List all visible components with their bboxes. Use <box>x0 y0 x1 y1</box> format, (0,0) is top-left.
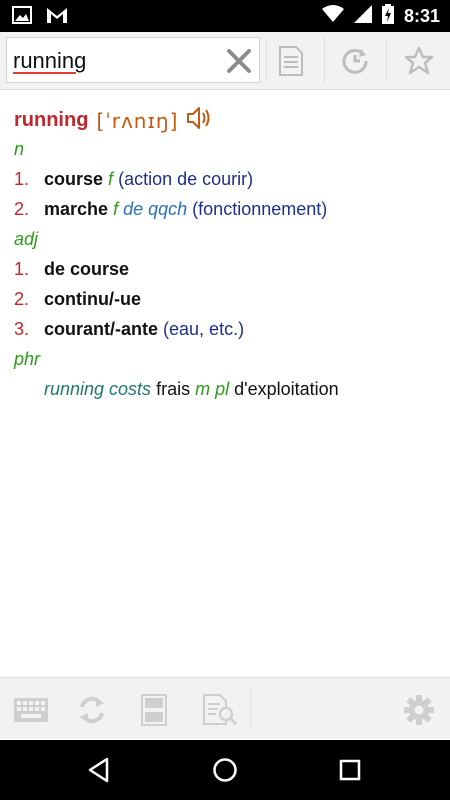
star-icon[interactable] <box>400 42 438 80</box>
search-input-value: running <box>13 48 87 73</box>
translation: course <box>44 169 104 189</box>
search-toolbar: running <box>0 32 450 90</box>
phrase-source: running costs <box>44 379 152 399</box>
phrase-target: frais <box>156 379 191 399</box>
sense-note: (eau, etc.) <box>163 319 245 339</box>
toolbar-divider <box>324 38 325 82</box>
bottom-divider <box>250 688 251 730</box>
signal-icon <box>353 5 372 28</box>
search-document-icon[interactable] <box>200 690 240 730</box>
settings-icon[interactable] <box>399 690 439 730</box>
gender-marker: f <box>108 169 114 189</box>
phrase-item: running costs frais m pl d'exploitation <box>44 379 339 400</box>
clock-time: 8:31 <box>403 6 440 26</box>
gender-marker: f <box>113 199 119 219</box>
translation: de course <box>44 259 130 279</box>
dictionary-entry: running [ˈrʌnɪŋ] n 1. course f (action de… <box>0 91 450 677</box>
sense-item: 3. courant/-ante (eau, etc.) <box>14 319 245 339</box>
status-bar: 8:31 <box>0 0 450 32</box>
image-icon <box>12 6 32 29</box>
gender-marker: m pl <box>195 379 230 399</box>
phrase-rest: d'exploitation <box>234 379 339 399</box>
entry-headline: running [ˈrʌnɪŋ] <box>14 105 214 136</box>
headword: running <box>14 109 89 131</box>
keyboard-icon[interactable] <box>11 690 51 730</box>
speaker-icon[interactable] <box>186 105 214 136</box>
part-of-speech-phrase: phr <box>14 349 41 369</box>
translation: continu/-ue <box>44 289 141 309</box>
translation: courant/-ante <box>44 319 159 339</box>
sense-note: (action de courir) <box>118 169 254 189</box>
sense-context: de qqch <box>123 199 188 219</box>
battery-charging-icon <box>381 4 394 29</box>
sense-item: 2. continu/-ue <box>14 289 141 309</box>
sense-item: 1. de course <box>14 259 130 279</box>
recents-icon[interactable] <box>334 754 366 786</box>
sense-item: 1. course f (action de courir) <box>14 169 254 189</box>
split-view-icon[interactable] <box>134 690 174 730</box>
clear-icon[interactable] <box>225 47 253 75</box>
sense-item: 2. marche f de qqch (fonctionnement) <box>14 199 328 219</box>
home-icon[interactable] <box>209 754 241 786</box>
gmail-icon <box>46 6 68 29</box>
toolbar-divider <box>386 38 387 82</box>
back-icon[interactable] <box>83 754 115 786</box>
swap-icon[interactable] <box>72 690 112 730</box>
translation: marche <box>44 199 109 219</box>
sense-note: (fonctionnement) <box>192 199 328 219</box>
toolbar-divider <box>266 38 267 82</box>
bottom-toolbar <box>0 677 450 739</box>
part-of-speech-adjective: adj <box>14 229 39 249</box>
part-of-speech-noun: n <box>14 139 25 159</box>
history-icon[interactable] <box>336 42 374 80</box>
document-icon[interactable] <box>272 42 310 80</box>
search-input[interactable]: running <box>6 37 260 83</box>
wifi-icon <box>321 5 344 28</box>
navigation-bar <box>0 740 450 800</box>
pronunciation: [ˈrʌnɪŋ] <box>96 108 179 133</box>
